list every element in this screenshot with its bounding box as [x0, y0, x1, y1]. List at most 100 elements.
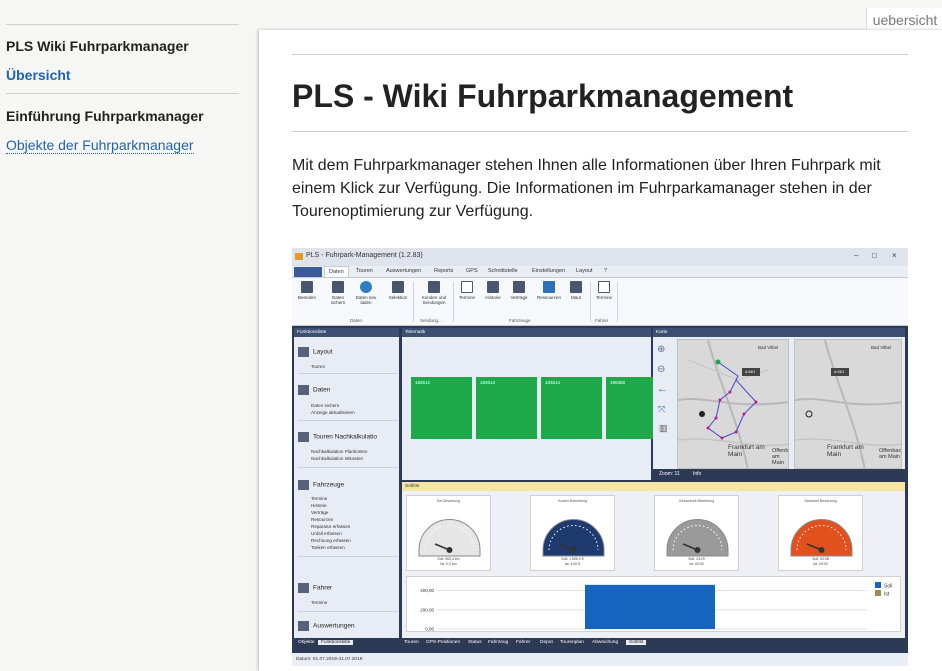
app-titlebar: PLS - Fuhrpark-Management (1.2.83) – □ ×: [292, 248, 908, 266]
gauge-ist: Ist: 4,00 €: [564, 562, 581, 566]
gauge-soll: Soll: 963,4 km: [437, 557, 460, 561]
cart-icon: [428, 281, 440, 293]
gauge-ist: Ist: 00:00: [813, 562, 828, 566]
ribbon-daten-sichern: Daten sichern: [327, 281, 349, 305]
fl-item: Reparatur erfassen: [311, 524, 351, 529]
ribbon-termine: Termine: [456, 281, 478, 300]
main-tab: Touren: [404, 640, 419, 645]
zoom-level: Zoom: 11: [659, 471, 680, 477]
ribbon-historie: Historie: [482, 281, 504, 300]
fl-item: Verträge: [311, 510, 329, 515]
fl-item: Nachkalkulation Plankosten: [311, 449, 368, 454]
gauge-soll: Soll: 00:08: [812, 557, 829, 561]
legend-label: Soll: [884, 584, 892, 590]
map-road-label: A 661: [745, 369, 756, 374]
chart-icon: [298, 621, 309, 631]
map-city-label: Frankfurt am Main: [728, 444, 765, 458]
menu-touren: Touren: [356, 268, 373, 274]
funktionsliste-header: Funktionsliste: [294, 328, 399, 337]
menu-auswertungen: Auswertungen: [386, 268, 422, 274]
back-arrow-icon: ←: [657, 383, 668, 395]
gauge-card: Kosten-Bewertung Soll: 1.506,0 € Ist: 4,00…: [530, 495, 615, 571]
objects-link[interactable]: Objekte der Fuhrparkmanager: [6, 137, 194, 154]
main-tab: GPS-Positionen: [426, 640, 461, 645]
vehicle-tile: 183613: [476, 377, 537, 439]
gauge-soll: Soll: 1.506,0 €: [561, 557, 584, 561]
menu-help: ?: [604, 268, 608, 274]
close-icon: ×: [892, 251, 897, 260]
ribbon-group-fahrer: Fahrer: [595, 318, 609, 323]
fl-item: Termine: [311, 600, 328, 605]
info-tab: Info: [693, 471, 702, 477]
sollist-bar-chart: 400,00 200,00 0,00 Soll Ist: [420, 582, 892, 632]
gauge-dial-graphic: [418, 519, 481, 557]
legend-swatch: [875, 582, 881, 588]
maximize-icon: □: [872, 251, 877, 260]
ribbon-separator: [453, 282, 454, 322]
app-ribbon: Beenden Daten sichern Daten neu laden Se…: [292, 278, 908, 326]
main-tabs: Touren GPS-Positionen Status Fahrzeug Fahrer…: [402, 638, 905, 650]
driver-icon: [298, 583, 309, 593]
page-title: PLS - Wiki Fuhrparkmanagement: [292, 78, 794, 114]
telematik-panel: Telematik 183612 183613 183614 196358: [402, 328, 667, 480]
ribbon-maut: Maut: [565, 281, 587, 300]
ribbon-beenden: Beenden: [296, 281, 318, 300]
sidebar-section-heading: Einführung Fuhrparkmanager: [6, 108, 204, 124]
main-tab: Soll/Ist: [626, 640, 647, 645]
map-city-label: Offenbach am Main: [772, 448, 789, 466]
trash-icon: ▥: [659, 423, 668, 433]
fl-divider: [298, 420, 398, 421]
monitor-icon: [298, 347, 309, 357]
save-icon: [332, 281, 344, 293]
main-tab: Abweichung: [592, 640, 619, 645]
ribbon-group-daten: Daten: [350, 318, 363, 323]
map-road-label: A 661: [834, 369, 845, 374]
ribbon-selektion: Selektion: [387, 281, 409, 300]
gauge-title: Standzeit Bewertung: [804, 499, 837, 503]
ribbon-ressourcen: Ressourcen: [536, 281, 562, 300]
app-screenshot: PLS - Fuhrpark-Management (1.2.83) – □ ×…: [292, 248, 908, 666]
ribbon-group-sendung: Sendung...: [420, 318, 442, 323]
chart-ytick-label: 0,00: [425, 627, 434, 632]
menu-daten: Daten: [324, 266, 349, 278]
ribbon-separator: [590, 282, 591, 322]
legend-label: Ist: [884, 592, 890, 598]
fl-section-auswertungen: Auswertungen: [298, 621, 355, 631]
fl-item: Touren: [311, 364, 326, 369]
sollist-chart: 400,00 200,00 0,00 Soll Ist: [406, 576, 901, 632]
gauge-title: Kosten-Bewertung: [558, 499, 587, 503]
fl-section-fahrer: Fahrer: [298, 583, 332, 593]
fl-section-nachkalkulation: Touren Nachkalkulatio: [298, 432, 377, 442]
menu-layout: Layout: [576, 268, 593, 274]
vehicle-tile: 183614: [541, 377, 602, 439]
zoom-out-icon: ⊖: [657, 364, 666, 375]
fl-item: Daten sichern: [311, 403, 340, 408]
chart-ytick-label: 400,00: [420, 588, 434, 593]
menu-schnittstelle: Schnittstelle: [488, 268, 518, 274]
sidebar-heading: PLS Wiki Fuhrparkmanager: [6, 38, 189, 54]
main-tab: Tourenplan: [560, 640, 584, 645]
fl-item: Tanken erfassen: [311, 545, 345, 550]
fl-item: Resourcen: [311, 517, 334, 522]
gauge-card: Km-Bewertung Soll: 963,4 km Ist: 0,0 km: [406, 495, 491, 571]
tab-funktionsliste: Funktionsliste: [318, 640, 354, 645]
tab-objekte: Objekte: [298, 640, 315, 645]
funktionsliste-panel: Funktionsliste Layout Touren Daten Daten…: [294, 328, 399, 638]
calendar-icon: [598, 281, 610, 293]
map-city-label: Offenbach am Main: [879, 448, 902, 460]
ribbon-neu-laden: Daten neu laden: [355, 281, 377, 305]
vehicle-tile: 183612: [411, 377, 472, 439]
title-divider: [292, 131, 908, 132]
truck-contract-icon: [513, 281, 525, 293]
chart-ytick-label: 200,00: [420, 607, 434, 612]
overview-link[interactable]: Übersicht: [6, 67, 71, 83]
fl-section-daten: Daten: [298, 385, 330, 395]
main-tab: Fahrzeug: [488, 640, 509, 645]
fl-item: Termine: [311, 496, 328, 501]
main-tab: Fahrer: [516, 640, 531, 645]
gauge-dial-graphic: [790, 519, 853, 557]
overview-map: Bad Vilbel A 661 Frankfurt am Main Offen…: [794, 339, 902, 469]
ribbon-vertraege: Verträge: [508, 281, 530, 300]
route-map: Bad Vilbel A 661 Frankfurt am Main Offen…: [677, 339, 789, 469]
menu-gps: GPS: [466, 268, 478, 274]
